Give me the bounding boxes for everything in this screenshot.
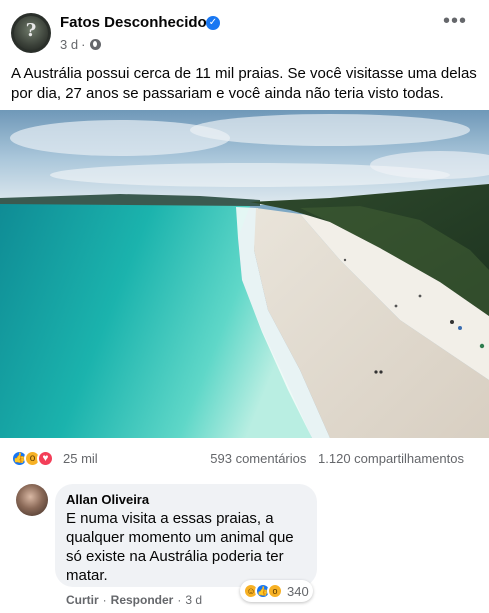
facebook-post: ? Fatos Desconhecidos ✓ 3 d · ••• A Aust…	[0, 0, 489, 613]
action-separator: ·	[177, 593, 182, 607]
comment-reactions[interactable]: ☺ 👍 o 340	[240, 580, 313, 602]
post-reactions[interactable]: 👍 o ♥	[11, 450, 54, 467]
comment-reaction-count: 340	[287, 583, 309, 599]
comment-reply-button[interactable]: Responder	[111, 593, 174, 607]
wow-reaction-icon: o	[267, 583, 283, 599]
more-options-icon[interactable]: •••	[443, 10, 467, 33]
post-text: A Austrália possui cerca de 11 mil praia…	[11, 65, 477, 102]
globe-icon[interactable]	[90, 39, 102, 50]
comment-actions: Curtir · Responder · 3 d	[66, 593, 202, 607]
page-avatar[interactable]: ?	[11, 13, 51, 53]
post-meta: 3 d ·	[60, 37, 102, 52]
action-separator: ·	[102, 593, 107, 607]
comment-time-link[interactable]: 3 d	[185, 593, 202, 607]
love-reaction-icon: ♥	[37, 450, 54, 467]
comments-count-link[interactable]: 593 comentários	[210, 451, 306, 466]
comment-text: E numa visita a essas praias, a qualquer…	[66, 510, 294, 584]
meta-separator: ·	[81, 37, 86, 52]
post-time-link[interactable]: 3 d	[60, 37, 78, 52]
post-photo[interactable]	[0, 110, 489, 438]
page-name-link[interactable]: Fatos Desconhecidos	[60, 14, 215, 31]
commenter-avatar[interactable]	[16, 484, 48, 516]
post-stats: 593 comentários 1.120 compartilhamentos	[202, 451, 464, 466]
reaction-count[interactable]: 25 mil	[63, 451, 98, 466]
comment-author-link[interactable]: Allan Oliveira	[66, 492, 149, 507]
comment-like-button[interactable]: Curtir	[66, 593, 99, 607]
verified-badge-icon: ✓	[206, 16, 220, 30]
shares-count-link[interactable]: 1.120 compartilhamentos	[318, 451, 464, 466]
